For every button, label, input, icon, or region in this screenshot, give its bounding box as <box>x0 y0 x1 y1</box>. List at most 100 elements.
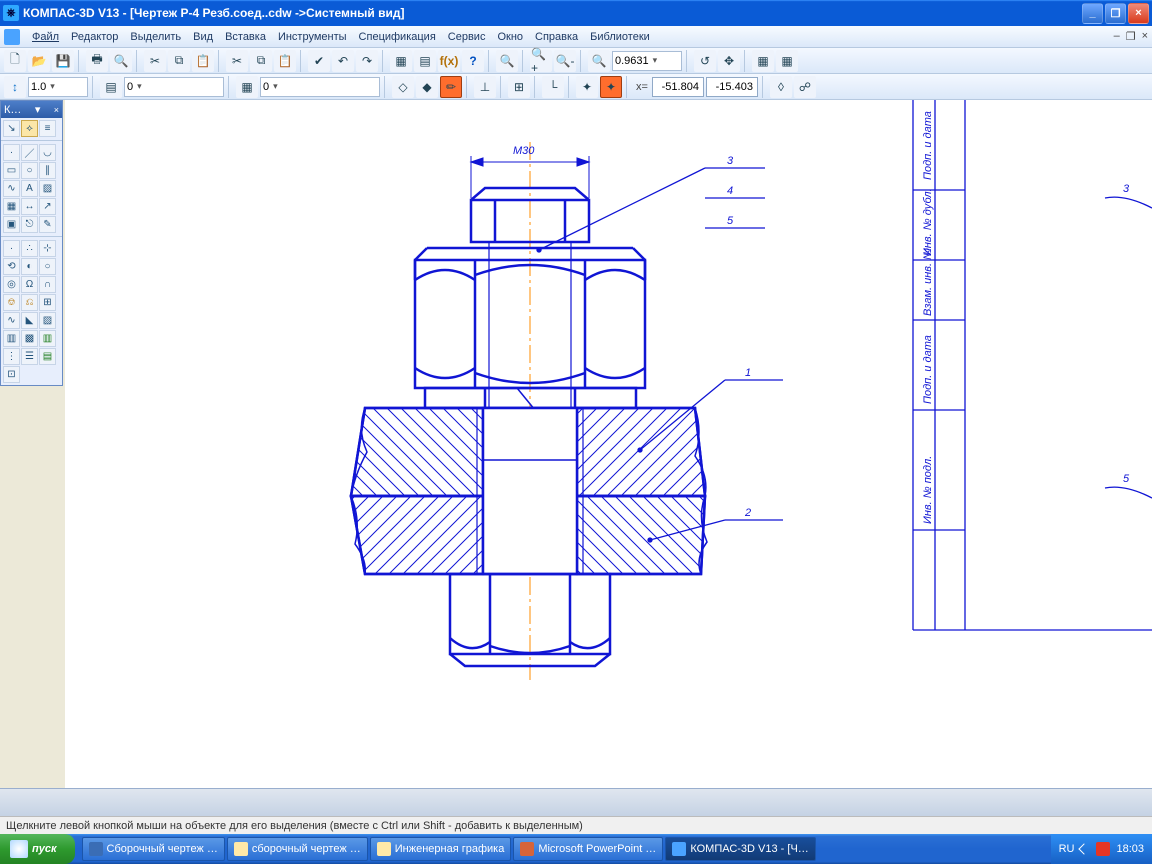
zoom-in-button[interactable]: 🔍+ <box>530 50 552 72</box>
snappoints1-button[interactable]: ✦ <box>576 76 598 98</box>
aux-15-icon[interactable]: ▨ <box>39 312 56 329</box>
spec-button[interactable]: ▤ <box>414 50 436 72</box>
aux-1-icon[interactable]: · <box>3 240 20 257</box>
tray-expand-icon[interactable] <box>1079 843 1090 854</box>
misc1-button[interactable]: ◊ <box>770 76 792 98</box>
menu-insert[interactable]: Вставка <box>219 29 272 45</box>
refresh-button[interactable]: ↺ <box>694 50 716 72</box>
aux-18-icon[interactable]: ▥ <box>39 330 56 347</box>
aux-8-icon[interactable]: Ω <box>21 276 38 293</box>
aux-9-icon[interactable]: ∩ <box>39 276 56 293</box>
start-button[interactable]: пуск <box>0 834 75 864</box>
tool-rect-icon[interactable]: ▭ <box>3 162 20 179</box>
menu-view[interactable]: Вид <box>187 29 219 45</box>
aux-19-icon[interactable]: ⋮ <box>3 348 20 365</box>
aux-14-icon[interactable]: ◣ <box>21 312 38 329</box>
cut2-button[interactable]: ✂ <box>226 50 248 72</box>
config1-button[interactable]: ▦ <box>752 50 774 72</box>
aux-11-icon[interactable]: ⎌ <box>21 294 38 311</box>
aux-7-icon[interactable]: ◎ <box>3 276 20 293</box>
tool-arc-icon[interactable]: ◡ <box>39 144 56 161</box>
mdi-restore[interactable]: ❐ <box>1126 30 1136 43</box>
coord-x-field[interactable] <box>652 77 704 97</box>
grid-button[interactable]: ⊞ <box>508 76 530 98</box>
menu-window[interactable]: Окно <box>491 29 529 45</box>
state-button[interactable]: ↕ <box>4 76 26 98</box>
menu-file[interactable]: Файл <box>26 29 65 45</box>
mdi-minimize[interactable]: – <box>1114 30 1120 43</box>
aux-17-icon[interactable]: ▩ <box>21 330 38 347</box>
tool-table-icon[interactable]: ▦ <box>3 198 20 215</box>
task-item-5[interactable]: КОМПАС-3D V13 - [Ч… <box>665 837 815 861</box>
tool-dim-icon[interactable]: ↔ <box>21 198 38 215</box>
tool-leader-icon[interactable]: ↗ <box>39 198 56 215</box>
aux-10-icon[interactable]: ⎊ <box>3 294 20 311</box>
layers-button[interactable]: ▦ <box>390 50 412 72</box>
aux-22-icon[interactable]: ⊡ <box>3 366 20 383</box>
layer-dropdown[interactable]: 0▾ <box>260 77 380 97</box>
misc2-button[interactable]: ☍ <box>794 76 816 98</box>
maximize-button[interactable]: ❐ <box>1105 3 1126 24</box>
menu-editor[interactable]: Редактор <box>65 29 124 45</box>
menu-libraries[interactable]: Библиотеки <box>584 29 656 45</box>
aux-20-icon[interactable]: ☰ <box>21 348 38 365</box>
copy-button[interactable]: ⧉ <box>168 50 190 72</box>
zoom-value-dropdown[interactable]: 0.9631▾ <box>612 51 682 71</box>
tool-view-icon[interactable]: ▣ <box>3 216 20 233</box>
preview-button[interactable]: 🔍 <box>110 50 132 72</box>
localcs-button[interactable]: └ <box>542 76 564 98</box>
aux-12-icon[interactable]: ⊞ <box>39 294 56 311</box>
layers2-button[interactable]: ▦ <box>236 76 258 98</box>
aux-21-icon[interactable]: ▤ <box>39 348 56 365</box>
aux-3-icon[interactable]: ⊹ <box>39 240 56 257</box>
view-dropdown[interactable]: 0▾ <box>124 77 224 97</box>
clock[interactable]: 18:03 <box>1116 843 1144 855</box>
aux-2-icon[interactable]: ∴ <box>21 240 38 257</box>
snappoints2-button[interactable]: ✦ <box>600 76 622 98</box>
snap3-button[interactable]: ✏ <box>440 76 462 98</box>
mdi-close[interactable]: × <box>1142 30 1148 43</box>
aux-6-icon[interactable]: ○ <box>39 258 56 275</box>
scale-dropdown[interactable]: 1.0▾ <box>28 77 88 97</box>
menu-select[interactable]: Выделить <box>124 29 187 45</box>
copy2-button[interactable]: ⧉ <box>250 50 272 72</box>
compact-panel-title[interactable]: К… ▾ × <box>1 101 62 118</box>
help-button[interactable]: ? <box>462 50 484 72</box>
pan-button[interactable]: ✥ <box>718 50 740 72</box>
redo-button[interactable]: ↷ <box>356 50 378 72</box>
print-button[interactable]: 🖶 <box>86 50 108 72</box>
task-item-2[interactable]: сборочный чертеж … <box>227 837 368 861</box>
task-item-1[interactable]: Сборочный чертеж … <box>82 837 225 861</box>
config2-button[interactable]: ▦ <box>776 50 798 72</box>
aux-13-icon[interactable]: ∿ <box>3 312 20 329</box>
mode-symbols-icon[interactable]: ≡ <box>39 120 56 137</box>
vars-button[interactable]: f(x) <box>438 50 460 72</box>
cut-button[interactable]: ✂ <box>144 50 166 72</box>
menu-help[interactable]: Справка <box>529 29 584 45</box>
save-button[interactable]: 💾 <box>52 50 74 72</box>
aux-16-icon[interactable]: ▥ <box>3 330 20 347</box>
views-button[interactable]: ▤ <box>100 76 122 98</box>
lang-indicator[interactable]: RU <box>1059 843 1075 855</box>
menu-spec[interactable]: Спецификация <box>353 29 442 45</box>
kaspersky-icon[interactable] <box>1096 842 1110 856</box>
tool-axis-icon[interactable]: ∥ <box>39 162 56 179</box>
zoom-window-button[interactable]: 🔍 <box>496 50 518 72</box>
snap1-button[interactable]: ◇ <box>392 76 414 98</box>
aux-4-icon[interactable]: ⟲ <box>3 258 20 275</box>
tool-hatch-icon[interactable]: ▨ <box>39 180 56 197</box>
tool-edit-icon[interactable]: ✎ <box>39 216 56 233</box>
task-item-3[interactable]: Инженерная графика <box>370 837 512 861</box>
tool-line-icon[interactable]: ／ <box>21 144 38 161</box>
coord-y-field[interactable] <box>706 77 758 97</box>
new-button[interactable]: 🗋 <box>4 50 26 72</box>
minimize-button[interactable]: _ <box>1082 3 1103 24</box>
mode-dim-icon[interactable]: ⟡ <box>21 120 38 137</box>
tool-point-icon[interactable]: · <box>3 144 20 161</box>
tool-circle-icon[interactable]: ○ <box>21 162 38 179</box>
drawing-canvas[interactable]: М30 <box>65 100 1152 834</box>
mode-geometry-icon[interactable]: ↘ <box>3 120 20 137</box>
system-tray[interactable]: RU 18:03 <box>1051 834 1152 864</box>
paste-button[interactable]: 📋 <box>192 50 214 72</box>
tool-spline-icon[interactable]: ∿ <box>3 180 20 197</box>
